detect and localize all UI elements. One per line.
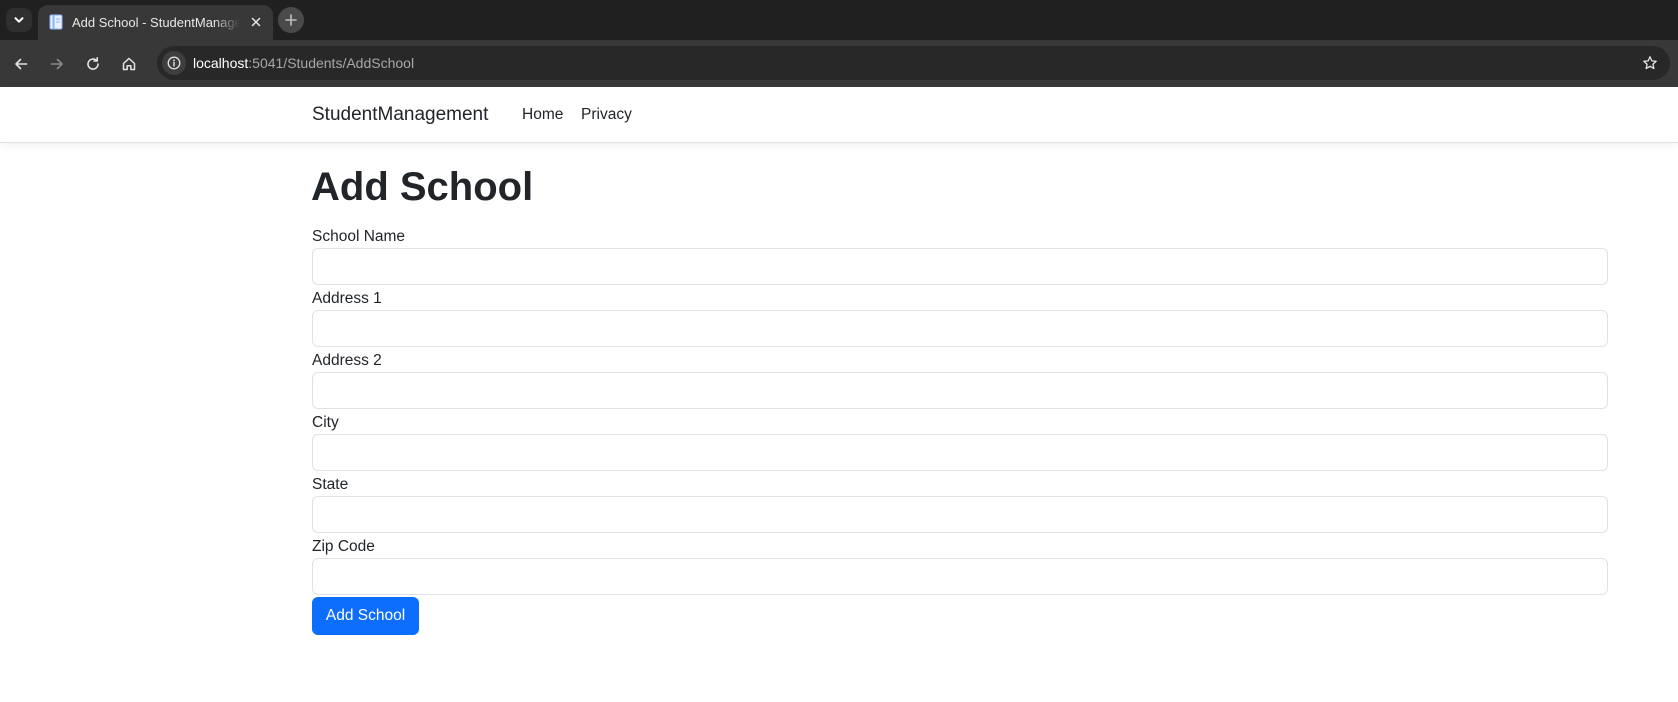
page-content: StudentManagement Home Privacy Add Schoo… — [0, 87, 1678, 702]
zip-code-input[interactable] — [312, 558, 1608, 595]
home-button[interactable] — [116, 51, 142, 77]
address1-label: Address 1 — [312, 290, 382, 307]
state-label: State — [312, 476, 349, 493]
browser-tab-strip: Add School - StudentManagement — [0, 0, 1678, 40]
address2-input[interactable] — [312, 372, 1608, 409]
home-icon — [122, 57, 136, 71]
school-name-input[interactable] — [312, 248, 1608, 285]
forward-arrow-icon — [50, 58, 63, 70]
url-text[interactable]: localhost:5041/Students/AddSchool — [193, 54, 414, 72]
document-icon — [49, 14, 63, 30]
browser-tab-active[interactable]: Add School - StudentManagement — [38, 5, 273, 40]
reload-button[interactable] — [80, 51, 106, 77]
page-title: Add School — [311, 165, 534, 209]
nav-link-home[interactable]: Home — [522, 105, 563, 125]
nav-link-privacy[interactable]: Privacy — [581, 105, 632, 125]
add-school-button[interactable]: Add School — [312, 597, 419, 635]
back-arrow-icon — [15, 58, 28, 70]
tab-search-button[interactable] — [6, 8, 32, 32]
forward-button[interactable] — [44, 51, 70, 77]
zip-code-label: Zip Code — [312, 538, 375, 555]
plus-icon — [285, 14, 297, 26]
site-info-button[interactable] — [162, 51, 186, 75]
school-name-label: School Name — [312, 228, 406, 245]
info-icon — [167, 56, 181, 70]
navbar-brand[interactable]: StudentManagement — [312, 103, 488, 127]
address1-input[interactable] — [312, 310, 1608, 347]
bookmark-button[interactable] — [1640, 53, 1660, 73]
address2-label: Address 2 — [312, 352, 382, 369]
new-tab-button[interactable] — [278, 7, 304, 33]
reload-icon — [87, 57, 99, 70]
tab-close-button[interactable] — [247, 13, 265, 31]
city-input[interactable] — [312, 434, 1608, 471]
browser-toolbar: localhost:5041/Students/AddSchool — [0, 40, 1678, 87]
star-icon — [1643, 56, 1657, 70]
chevron-down-icon — [14, 17, 24, 23]
back-button[interactable] — [8, 51, 34, 77]
url-host: localhost — [193, 55, 249, 71]
tab-title: Add School - StudentManagement — [72, 15, 240, 30]
state-input[interactable] — [312, 496, 1608, 533]
address-bar[interactable]: localhost:5041/Students/AddSchool — [157, 46, 1670, 80]
close-icon — [251, 17, 261, 27]
city-label: City — [312, 414, 339, 431]
url-path: :5041/Students/AddSchool — [248, 55, 415, 71]
site-navbar: StudentManagement Home Privacy — [0, 87, 1678, 143]
